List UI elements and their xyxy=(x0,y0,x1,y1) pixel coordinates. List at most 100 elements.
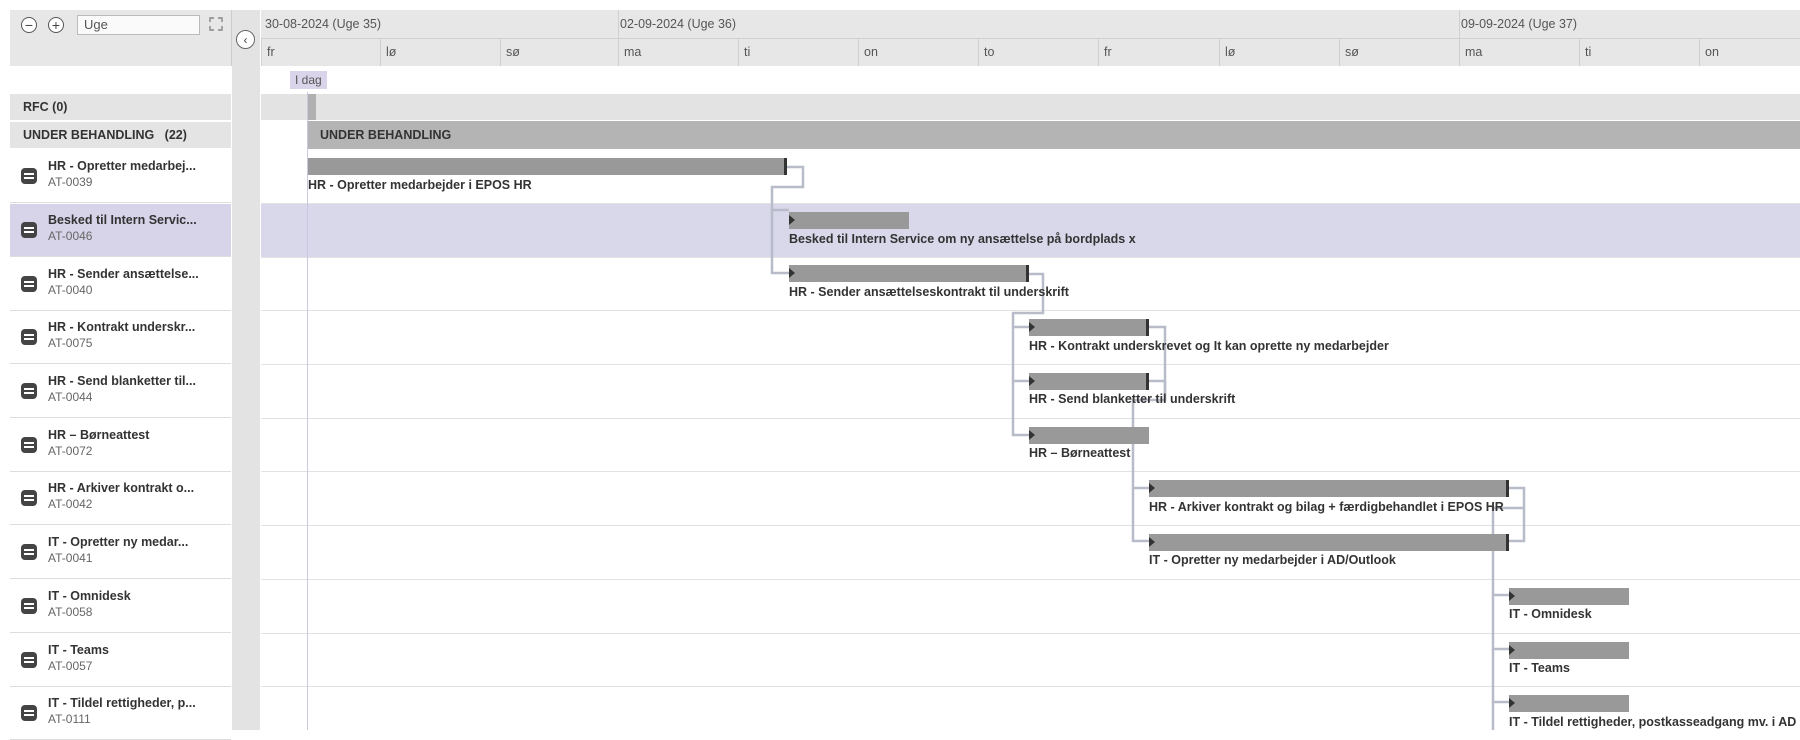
task-bar[interactable] xyxy=(1029,427,1149,444)
day-cell: sø xyxy=(1339,38,1459,66)
task-bar-label: HR - Send blanketter til underskrift xyxy=(1029,392,1236,406)
group-rfc-bar xyxy=(261,94,1800,120)
task-icon xyxy=(21,222,37,238)
task-icon xyxy=(21,490,37,506)
task-title: HR - Sender ansættelse... xyxy=(48,267,199,281)
task-title: HR - Arkiver kontrakt o... xyxy=(48,481,195,495)
row-divider xyxy=(261,203,1800,204)
task-bar[interactable] xyxy=(308,158,787,175)
bar-end-handle[interactable] xyxy=(1506,480,1509,497)
task-bar[interactable] xyxy=(789,212,909,229)
bar-end-handle[interactable] xyxy=(1026,265,1029,282)
zoom-out-icon[interactable]: − xyxy=(21,17,37,33)
row-divider xyxy=(261,471,1800,472)
task-bar[interactable] xyxy=(1509,588,1629,605)
task-icon xyxy=(21,437,37,453)
task-id: AT-0072 xyxy=(48,444,93,458)
task-bar-label: IT - Opretter ny medarbejder i AD/Outloo… xyxy=(1149,553,1396,567)
bar-end-handle[interactable] xyxy=(1146,319,1149,336)
task-bar-label: HR – Børneattest xyxy=(1029,446,1131,460)
task-row[interactable]: HR - Send blanketter til... AT-0044 xyxy=(10,365,231,418)
task-bar[interactable] xyxy=(1149,480,1509,497)
task-bar-label: HR - Kontrakt underskrevet og It kan opr… xyxy=(1029,339,1389,353)
bar-start-arrow xyxy=(1029,430,1035,440)
task-bar-label: IT - Tildel rettigheder, postkasseadgang… xyxy=(1509,715,1797,729)
task-title: IT - Tildel rettigheder, p... xyxy=(48,696,196,710)
row-divider xyxy=(261,257,1800,258)
bar-start-arrow xyxy=(789,215,795,225)
view-scale-select[interactable]: Uge xyxy=(77,15,200,35)
row-divider xyxy=(261,525,1800,526)
day-cell: ti xyxy=(1579,38,1699,66)
week-divider xyxy=(618,10,619,38)
task-icon xyxy=(21,276,37,292)
task-title: IT - Teams xyxy=(48,643,109,657)
task-title: HR - Opretter medarbej... xyxy=(48,159,196,173)
row-divider xyxy=(261,418,1800,419)
task-row[interactable]: HR - Sender ansættelse... AT-0040 xyxy=(10,258,231,311)
task-id: AT-0046 xyxy=(48,229,93,243)
task-bar-label: HR - Arkiver kontrakt og bilag + færdigb… xyxy=(1149,500,1504,514)
day-cell: to xyxy=(978,38,1098,66)
row-divider xyxy=(261,310,1800,311)
fit-screen-icon[interactable] xyxy=(209,17,223,31)
bar-end-handle[interactable] xyxy=(1146,373,1149,390)
task-icon xyxy=(21,705,37,721)
day-cell: ti xyxy=(738,38,858,66)
day-cell: ma xyxy=(1459,38,1579,66)
task-id: AT-0075 xyxy=(48,336,93,350)
task-id: AT-0058 xyxy=(48,605,93,619)
day-cell: lø xyxy=(1219,38,1339,66)
task-row[interactable]: Besked til Intern Servic... AT-0046 xyxy=(10,204,231,257)
zoom-in-icon[interactable]: + xyxy=(48,17,64,33)
task-icon xyxy=(21,383,37,399)
week-label: 30-08-2024 (Uge 35) xyxy=(265,17,382,31)
day-cell: lø xyxy=(380,38,500,66)
today-badge: I dag xyxy=(290,71,327,89)
task-row[interactable]: IT - Teams AT-0057 xyxy=(10,634,231,687)
task-icon xyxy=(21,598,37,614)
bar-end-handle[interactable] xyxy=(1506,534,1509,551)
task-row[interactable]: HR - Opretter medarbej... AT-0039 xyxy=(10,150,231,203)
week-divider xyxy=(1459,10,1460,38)
bar-start-arrow xyxy=(1029,376,1035,386)
task-icon xyxy=(21,168,37,184)
group-rfc[interactable]: RFC (0) xyxy=(10,94,231,120)
task-id: AT-0041 xyxy=(48,551,93,565)
task-bar[interactable] xyxy=(1149,534,1509,551)
week-label: 09-09-2024 (Uge 37) xyxy=(1461,17,1578,31)
day-cell: sø xyxy=(500,38,618,66)
task-title: HR – Børneattest xyxy=(48,428,150,442)
day-cell: on xyxy=(858,38,978,66)
day-cell: ma xyxy=(618,38,738,66)
bar-end-handle[interactable] xyxy=(784,158,787,175)
task-title: Besked til Intern Servic... xyxy=(48,213,197,227)
collapse-column xyxy=(232,10,260,730)
task-row[interactable]: HR - Arkiver kontrakt o... AT-0042 xyxy=(10,472,231,525)
task-bar[interactable] xyxy=(1509,642,1629,659)
group-under-behandling[interactable]: UNDER BEHANDLING (22) xyxy=(10,122,231,148)
task-bar[interactable] xyxy=(1029,373,1149,390)
task-id: AT-0040 xyxy=(48,283,93,297)
task-row[interactable]: HR - Kontrakt underskr... AT-0075 xyxy=(10,311,231,364)
task-bar[interactable] xyxy=(1029,319,1149,336)
task-id: AT-0039 xyxy=(48,175,93,189)
task-bar-label: IT - Teams xyxy=(1509,661,1570,675)
row-divider xyxy=(261,579,1800,580)
bar-start-arrow xyxy=(789,268,795,278)
task-row[interactable]: IT - Tildel rettigheder, p... AT-0111 xyxy=(10,687,231,740)
bar-start-arrow xyxy=(1149,483,1155,493)
task-id: AT-0042 xyxy=(48,497,93,511)
group-under-behandling-bar[interactable] xyxy=(308,121,1800,149)
fit-screen-glyph xyxy=(209,17,223,31)
task-bar-label: IT - Omnidesk xyxy=(1509,607,1592,621)
task-row[interactable]: HR – Børneattest AT-0072 xyxy=(10,419,231,472)
task-row[interactable]: IT - Opretter ny medar... AT-0041 xyxy=(10,526,231,579)
task-bar[interactable] xyxy=(789,265,1029,282)
task-bar[interactable] xyxy=(1509,695,1629,712)
collapse-icon[interactable]: ‹ xyxy=(236,30,255,49)
day-cell: on xyxy=(1699,38,1800,66)
task-bar-label: Besked til Intern Service om ny ansættel… xyxy=(789,232,1136,246)
task-row[interactable]: IT - Omnidesk AT-0058 xyxy=(10,580,231,633)
row-divider xyxy=(261,686,1800,687)
